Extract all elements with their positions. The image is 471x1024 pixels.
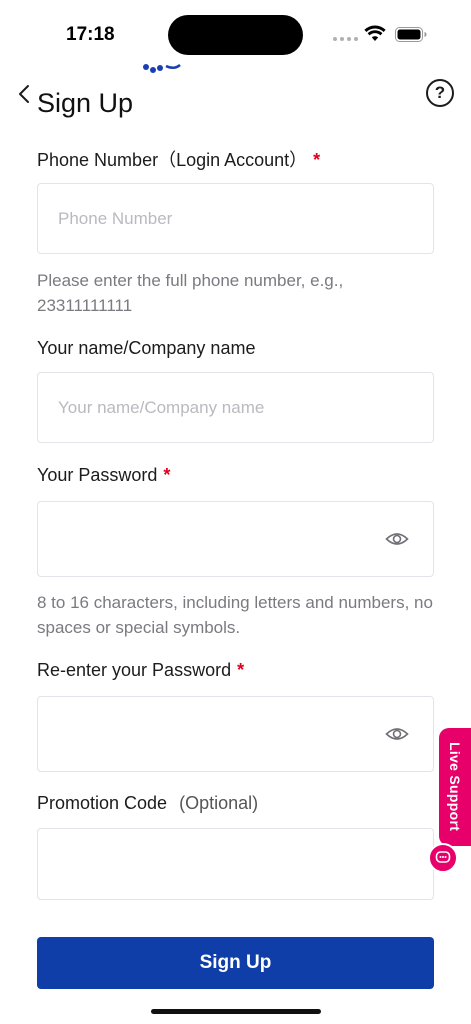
- password-field-container: [37, 501, 434, 577]
- status-time: 17:18: [66, 24, 115, 45]
- name-field-container: [37, 372, 434, 443]
- password-label: Your Password *: [37, 465, 170, 486]
- phone-number-label-text: Phone Number（Login Account）: [37, 150, 308, 170]
- confirm-password-label-text: Re-enter your Password: [37, 660, 232, 680]
- dynamic-island: [168, 15, 303, 55]
- help-button[interactable]: ?: [426, 79, 454, 107]
- live-support-tab[interactable]: Live Support: [439, 728, 471, 846]
- name-label: Your name/Company name: [37, 338, 255, 359]
- back-button[interactable]: [12, 82, 36, 106]
- question-circle-icon: ?: [434, 83, 446, 102]
- phone-number-input[interactable]: [58, 208, 433, 229]
- password-label-text: Your Password: [37, 465, 158, 485]
- phone-number-label: Phone Number（Login Account） *: [37, 146, 320, 172]
- required-marker: *: [313, 150, 321, 170]
- name-input[interactable]: [58, 397, 433, 418]
- battery-icon: [395, 27, 427, 42]
- phone-number-hint: Please enter the full phone number, e.g.…: [37, 271, 344, 315]
- promotion-code-field-container: [37, 828, 434, 900]
- confirm-password-label: Re-enter your Password *: [37, 660, 244, 681]
- required-marker: *: [163, 465, 171, 485]
- home-indicator: [151, 1009, 321, 1014]
- live-support-chat-button[interactable]: [428, 843, 458, 873]
- status-bar: 17:18: [0, 0, 471, 70]
- promotion-code-input[interactable]: [58, 854, 433, 874]
- promotion-code-label-text: Promotion Code: [37, 793, 168, 813]
- optional-marker: (Optional): [179, 793, 259, 813]
- password-hint: 8 to 16 characters, including letters an…: [37, 593, 433, 637]
- chevron-left-icon: [19, 85, 29, 103]
- confirm-password-input[interactable]: [58, 724, 433, 744]
- eye-icon[interactable]: [385, 530, 409, 548]
- brand-logo-fragment: [143, 63, 181, 73]
- phone-number-field-container: [37, 183, 434, 254]
- confirm-password-field-container: [37, 696, 434, 772]
- promotion-code-label: Promotion Code (Optional): [37, 793, 258, 814]
- password-input[interactable]: [58, 529, 433, 549]
- page-title: Sign Up: [37, 88, 134, 118]
- chat-bubble-icon: [435, 851, 451, 863]
- eye-icon[interactable]: [385, 725, 409, 743]
- cellular-signal-icon: [333, 37, 358, 41]
- required-marker: *: [237, 660, 245, 680]
- live-support-label: Live Support: [447, 742, 463, 832]
- sign-up-button[interactable]: Sign Up: [37, 937, 434, 989]
- name-label-text: Your name/Company name: [37, 338, 256, 358]
- wifi-icon: [364, 25, 386, 41]
